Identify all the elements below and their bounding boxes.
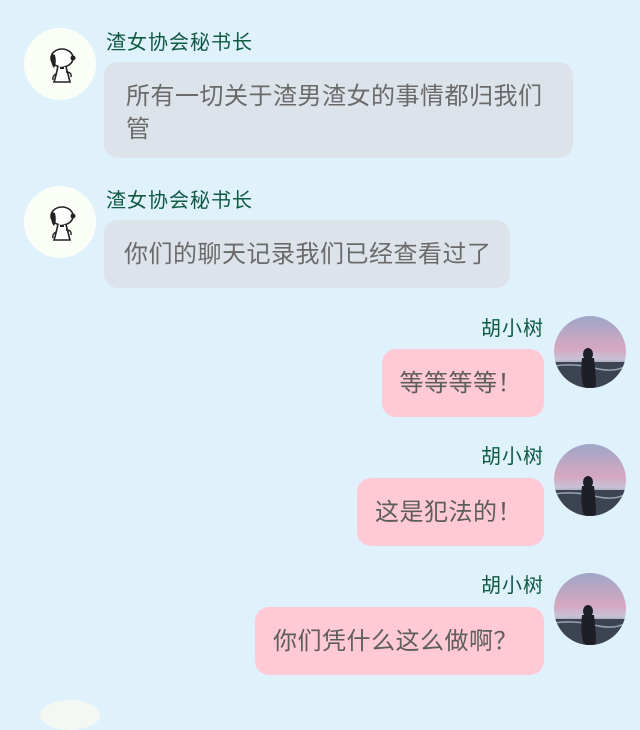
message-bubble[interactable]: 你们的聊天记录我们已经查看过了 (104, 220, 510, 288)
snoopy-avatar-icon[interactable] (24, 186, 96, 258)
beach-sunset-avatar-icon[interactable] (554, 573, 626, 645)
sender-name: 渣女协会秘书长 (106, 188, 253, 212)
sender-name: 胡小树 (481, 316, 544, 340)
sender-name: 渣女协会秘书长 (106, 30, 253, 54)
message-bubble[interactable]: 这是犯法的！ (357, 478, 544, 546)
message-bubble[interactable]: 所有一切关于渣男渣女的事情都归我们管 (104, 62, 573, 158)
sender-name: 胡小树 (481, 444, 544, 468)
message-bubble[interactable]: 等等等等！ (381, 349, 544, 417)
sender-name: 胡小树 (481, 573, 544, 597)
message-bubble[interactable]: 你们凭什么这么做啊？ (255, 607, 544, 675)
beach-sunset-avatar-icon[interactable] (554, 444, 626, 516)
snoopy-avatar-icon[interactable] (24, 28, 96, 100)
beach-sunset-avatar-icon[interactable] (554, 316, 626, 388)
